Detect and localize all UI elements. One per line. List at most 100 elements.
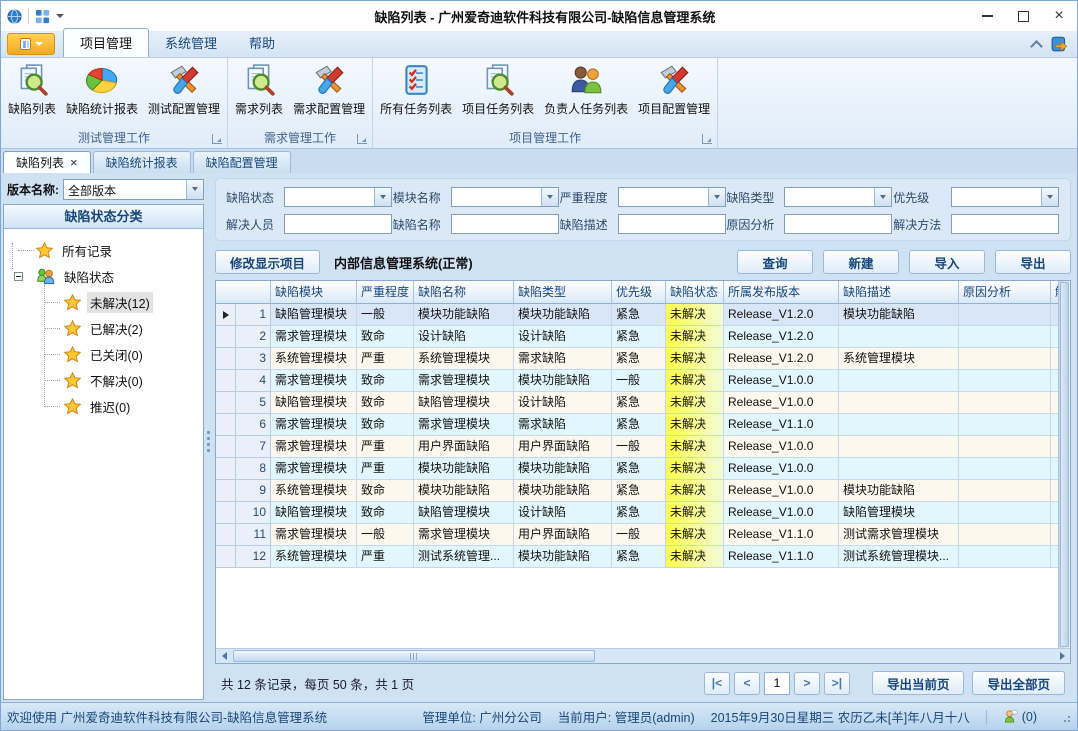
table-cell[interactable]: 未解决 — [666, 436, 724, 458]
table-cell[interactable]: 系统管理模块 — [414, 348, 514, 370]
table-cell[interactable]: 缺陷管理模块 — [271, 304, 357, 326]
table-cell[interactable]: 严重 — [357, 436, 414, 458]
table-cell[interactable]: 系统管理模块 — [271, 480, 357, 502]
table-cell[interactable]: 紧急 — [612, 348, 666, 370]
table-cell[interactable]: 一般 — [612, 370, 666, 392]
page-number-input[interactable] — [764, 672, 790, 695]
export-all-pages-button[interactable]: 导出全部页 — [972, 671, 1065, 695]
table-cell[interactable] — [959, 414, 1051, 436]
table-cell[interactable]: 紧急 — [612, 458, 666, 480]
table-cell[interactable]: 设计缺陷 — [514, 502, 612, 524]
table-cell[interactable]: 致命 — [357, 414, 414, 436]
dialog-launcher-icon[interactable] — [702, 134, 712, 144]
table-cell[interactable]: 未解决 — [666, 304, 724, 326]
table-cell[interactable] — [1051, 304, 1058, 326]
table-cell[interactable]: 需求管理模块 — [414, 414, 514, 436]
tree-item-wont-fix[interactable]: 不解决(0) — [10, 367, 199, 393]
table-cell[interactable] — [1051, 414, 1058, 436]
severity-combobox[interactable] — [618, 187, 726, 207]
resolver-input[interactable] — [284, 214, 392, 234]
table-cell[interactable] — [959, 370, 1051, 392]
defect-desc-input[interactable] — [618, 214, 726, 234]
table-cell[interactable]: 需求管理模块 — [271, 524, 357, 546]
table-cell[interactable] — [1051, 458, 1058, 480]
table-cell[interactable]: 用户界面缺陷 — [514, 524, 612, 546]
table-cell[interactable]: 模块功能缺陷 — [414, 480, 514, 502]
table-cell[interactable]: 致命 — [357, 502, 414, 524]
combo-dropdown-button[interactable] — [374, 188, 391, 206]
table-cell[interactable] — [1051, 546, 1058, 568]
table-row[interactable]: 6需求管理模块致命需求管理模块需求缺陷紧急未解决Release_V1.1.0 — [216, 414, 1058, 436]
table-cell[interactable]: 需求管理模块 — [414, 524, 514, 546]
table-cell[interactable]: 紧急 — [612, 414, 666, 436]
last-page-button[interactable]: >| — [824, 672, 850, 695]
tree-item-unresolved[interactable]: 未解决(12) — [10, 289, 199, 315]
table-cell[interactable]: 模块功能缺陷 — [839, 480, 959, 502]
table-cell[interactable] — [1051, 524, 1058, 546]
table-cell[interactable]: Release_V1.1.0 — [724, 546, 839, 568]
table-cell[interactable]: Release_V1.0.0 — [724, 458, 839, 480]
table-cell[interactable]: 需求管理模块 — [271, 436, 357, 458]
doc-tab-defect-config[interactable]: 缺陷配置管理 — [193, 151, 291, 173]
table-cell[interactable] — [839, 392, 959, 414]
ribbon-button-project-tasks[interactable]: 项目任务列表 — [457, 60, 539, 119]
table-cell[interactable]: 未解决 — [666, 392, 724, 414]
table-cell[interactable]: 缺陷管理模块 — [839, 502, 959, 524]
table-row[interactable]: 9系统管理模块致命模块功能缺陷模块功能缺陷紧急未解决Release_V1.0.0… — [216, 480, 1058, 502]
table-cell[interactable]: 严重 — [357, 546, 414, 568]
column-header[interactable]: 缺陷模块 — [271, 281, 357, 304]
table-cell[interactable]: 紧急 — [612, 326, 666, 348]
table-row[interactable]: 4需求管理模块致命需求管理模块模块功能缺陷一般未解决Release_V1.0.0 — [216, 370, 1058, 392]
column-header[interactable]: 所属发布版本 — [724, 281, 839, 304]
tab-close-icon[interactable]: × — [70, 156, 78, 169]
column-header[interactable]: 原因分析 — [959, 281, 1051, 304]
table-cell[interactable]: 模块功能缺陷 — [414, 458, 514, 480]
table-cell[interactable] — [959, 348, 1051, 370]
table-cell[interactable]: 缺陷管理模块 — [271, 392, 357, 414]
version-combobox[interactable]: 全部版本 — [63, 179, 204, 200]
table-cell[interactable]: 一般 — [357, 524, 414, 546]
table-row[interactable]: 2需求管理模块致命设计缺陷设计缺陷紧急未解决Release_V1.2.0 — [216, 326, 1058, 348]
table-cell[interactable]: 未解决 — [666, 348, 724, 370]
table-cell[interactable] — [959, 458, 1051, 480]
table-cell[interactable] — [1051, 502, 1058, 524]
table-cell[interactable]: 致命 — [357, 480, 414, 502]
table-cell[interactable]: 模块功能缺陷 — [514, 546, 612, 568]
table-cell[interactable]: 需求管理模块 — [271, 326, 357, 348]
table-cell[interactable]: 致命 — [357, 326, 414, 348]
table-cell[interactable]: Release_V1.0.0 — [724, 480, 839, 502]
table-cell[interactable] — [1051, 326, 1058, 348]
ribbon-button-project-config[interactable]: 项目配置管理 — [633, 60, 715, 119]
quick-access-caret-icon[interactable] — [56, 14, 64, 18]
table-cell[interactable] — [1051, 480, 1058, 502]
table-cell[interactable] — [959, 436, 1051, 458]
table-cell[interactable] — [1051, 370, 1058, 392]
table-row[interactable]: 11需求管理模块一般需求管理模块用户界面缺陷一般未解决Release_V1.1.… — [216, 524, 1058, 546]
ribbon-tab-system[interactable]: 系统管理 — [149, 29, 233, 57]
solution-input[interactable] — [951, 214, 1059, 234]
defect-type-combobox[interactable] — [784, 187, 892, 207]
minimize-button[interactable] — [969, 1, 1005, 31]
message-badge[interactable]: (0) — [1003, 709, 1037, 724]
table-cell[interactable]: 模块功能缺陷 — [514, 480, 612, 502]
table-cell[interactable]: 未解决 — [666, 480, 724, 502]
export-current-page-button[interactable]: 导出当前页 — [872, 671, 965, 695]
table-cell[interactable]: 紧急 — [612, 502, 666, 524]
combo-dropdown-button[interactable] — [186, 180, 203, 199]
table-cell[interactable]: 系统管理模块 — [839, 348, 959, 370]
combo-dropdown-button[interactable] — [1041, 188, 1058, 206]
resize-grip[interactable] — [1059, 711, 1071, 723]
table-cell[interactable]: 模块功能缺陷 — [414, 304, 514, 326]
collapse-ribbon-icon[interactable] — [1030, 40, 1043, 53]
defect-name-input[interactable] — [451, 214, 559, 234]
table-cell[interactable]: 未解决 — [666, 458, 724, 480]
table-cell[interactable] — [959, 502, 1051, 524]
table-cell[interactable]: Release_V1.2.0 — [724, 326, 839, 348]
table-cell[interactable]: Release_V1.1.0 — [724, 524, 839, 546]
table-cell[interactable]: 需求管理模块 — [414, 370, 514, 392]
table-cell[interactable]: 需求管理模块 — [271, 414, 357, 436]
table-cell[interactable]: Release_V1.2.0 — [724, 348, 839, 370]
column-header[interactable]: 缺陷类型 — [514, 281, 612, 304]
table-cell[interactable] — [959, 480, 1051, 502]
switch-window-icon[interactable] — [1051, 35, 1069, 53]
